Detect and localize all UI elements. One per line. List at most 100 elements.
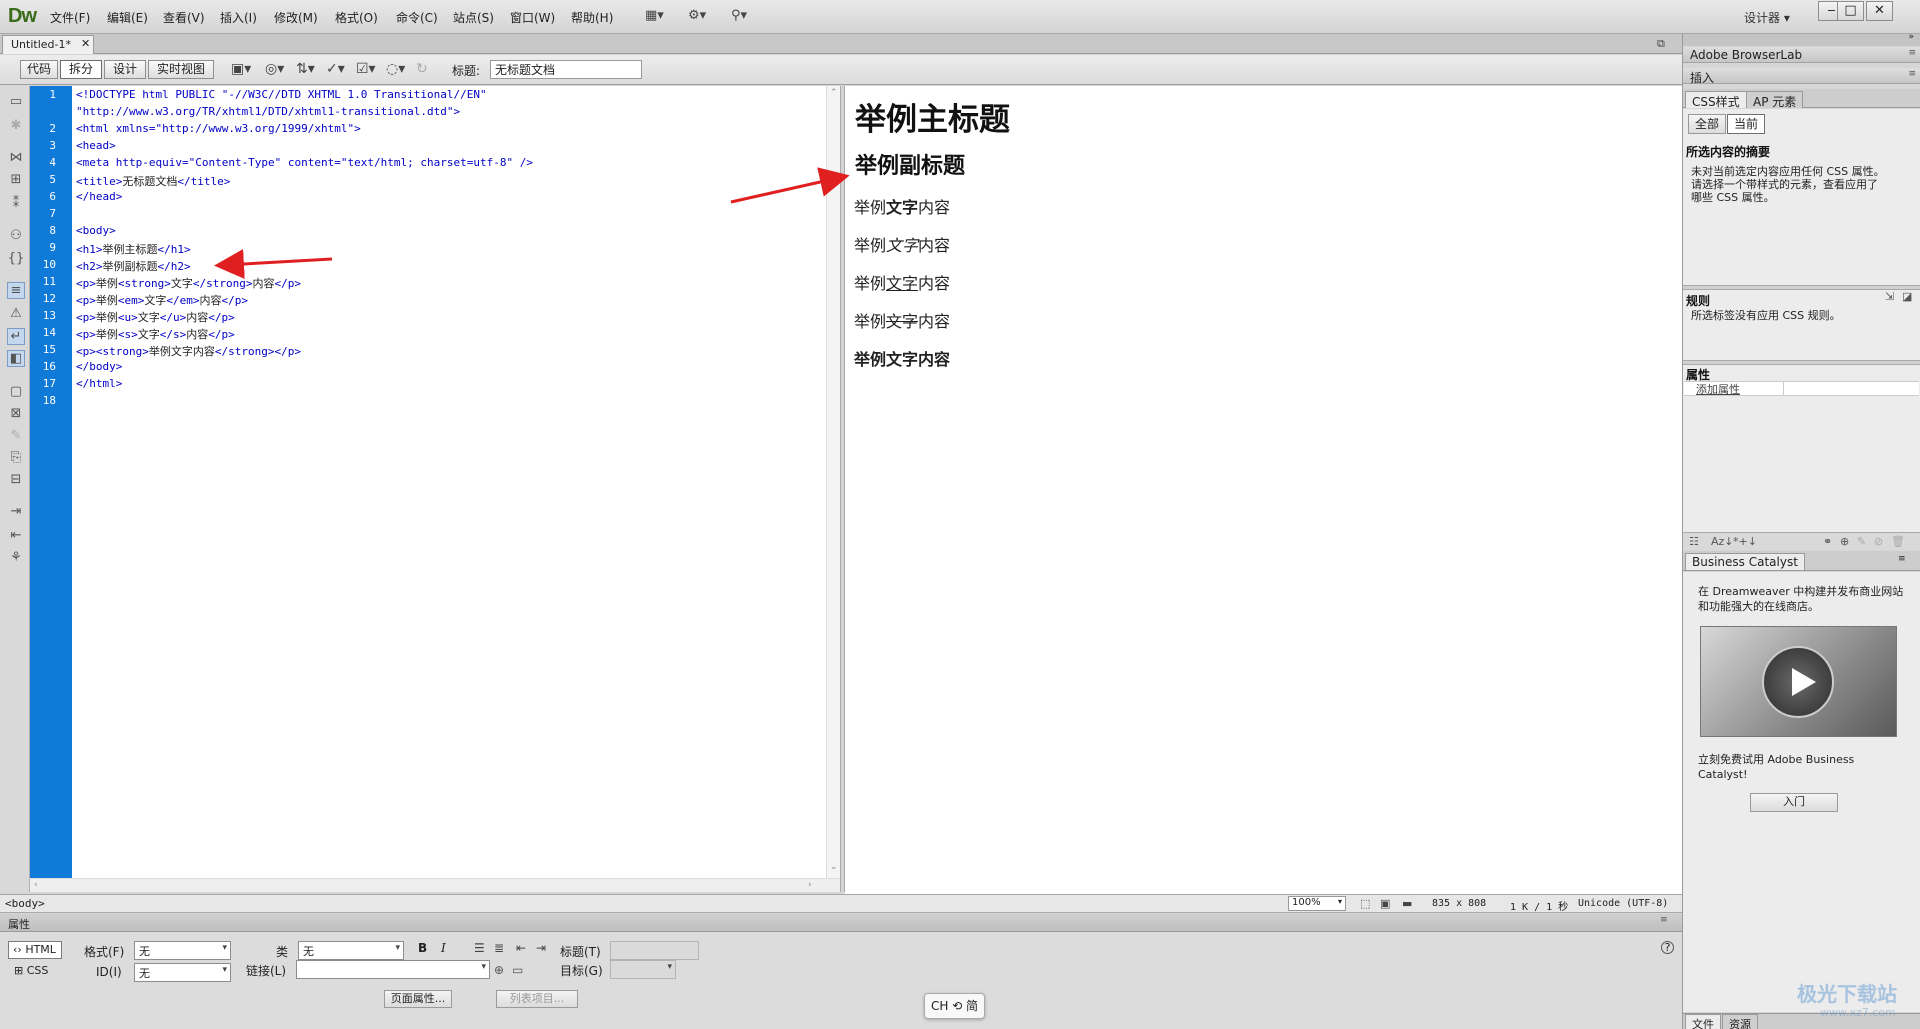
add-attribute-row[interactable]: 添加属性	[1684, 381, 1919, 396]
select-parent-tag-icon[interactable]: ⚇	[7, 228, 25, 243]
gear-icon[interactable]: ⚙▾	[688, 8, 706, 23]
remove-comment-icon[interactable]: ⊠	[7, 406, 25, 421]
design-view[interactable]	[845, 86, 1682, 894]
close-window-button[interactable]: ✕	[1866, 1, 1893, 21]
help-icon[interactable]: ?	[1661, 941, 1674, 954]
ime-indicator[interactable]: CH ⟲ 简	[924, 993, 985, 1019]
design-heading-1[interactable]: 举例主标题	[855, 94, 1010, 139]
attach-stylesheet-icon[interactable]: ⚭	[1823, 535, 1832, 548]
link-input[interactable]: ▾	[296, 960, 490, 979]
check-browser-icon[interactable]: ☑▾	[356, 61, 376, 77]
target-select[interactable]: ▾	[610, 960, 676, 979]
italic-button[interactable]: I	[441, 941, 446, 955]
menu-insert[interactable]: 插入(I)	[220, 9, 257, 26]
select-tool-icon[interactable]: ⬚	[1360, 897, 1370, 910]
browserlab-panel-header[interactable]: Adobe BrowserLab ≡	[1683, 47, 1920, 63]
panel-menu-icon[interactable]: ≡	[1898, 554, 1906, 564]
menu-edit[interactable]: 编辑(E)	[107, 9, 148, 26]
files-tab[interactable]: 文件	[1685, 1014, 1721, 1029]
unordered-list-icon[interactable]: ☰	[474, 941, 485, 955]
css-styles-tab[interactable]: CSS样式	[1685, 91, 1747, 109]
preview-browser-icon[interactable]: ◎▾	[265, 61, 284, 77]
page-title-input[interactable]	[490, 60, 642, 79]
design-view-button[interactable]: 设计	[104, 60, 146, 79]
w3c-validation-icon[interactable]: ✓▾	[326, 61, 345, 77]
refresh-icon[interactable]: ↻	[416, 61, 428, 77]
split-view-button[interactable]: 拆分	[60, 60, 102, 79]
hand-tool-icon[interactable]: ▣	[1380, 897, 1390, 910]
id-select[interactable]: 无 ▾	[134, 963, 231, 982]
show-info-icon[interactable]: ◪	[1902, 290, 1912, 303]
scroll-left-icon[interactable]: ‹	[34, 880, 38, 890]
format-select[interactable]: 无 ▾	[134, 941, 231, 960]
current-mode-button[interactable]: 当前	[1727, 114, 1765, 134]
menu-commands[interactable]: 命令(C)	[396, 9, 438, 26]
design-paragraph-strong[interactable]: 举例文字内容	[854, 194, 950, 218]
panel-menu-icon[interactable]: ≡	[1908, 48, 1916, 58]
insert-panel-header[interactable]: 插入 ≡	[1683, 68, 1920, 85]
assets-tab[interactable]: 资源	[1722, 1014, 1758, 1029]
disable-property-icon[interactable]: ⊘	[1874, 535, 1883, 548]
live-view-button[interactable]: 实时视图	[148, 60, 214, 79]
code-editor[interactable]: <!DOCTYPE html PUBLIC "-//W3C//DTD XHTML…	[72, 86, 826, 878]
highlight-invalid-icon[interactable]: ⚠	[7, 306, 25, 321]
restore-doc-icon[interactable]: ⧉	[1657, 37, 1665, 51]
panel-menu-icon[interactable]: ≡	[1908, 69, 1916, 79]
edit-rule-icon[interactable]: ✎	[1857, 535, 1866, 548]
point-to-file-icon[interactable]: ⊕	[494, 963, 504, 977]
menu-site[interactable]: 站点(S)	[453, 9, 494, 26]
show-code-navigator-icon[interactable]: ✱	[7, 118, 25, 133]
bold-button[interactable]: B	[418, 941, 427, 955]
scroll-right-icon[interactable]: ›	[808, 880, 812, 890]
set-properties-view-icon[interactable]: *+↓	[1733, 535, 1757, 548]
css-mode-button[interactable]: ⊞ CSS	[14, 964, 48, 977]
all-mode-button[interactable]: 全部	[1688, 114, 1726, 134]
outdent-text-icon[interactable]: ⇤	[516, 941, 526, 955]
title-attr-input[interactable]	[610, 941, 699, 960]
tag-selector[interactable]: <body>	[5, 897, 45, 910]
layout-icon[interactable]: ▦▾	[645, 8, 664, 23]
outdent-icon[interactable]: ⇤	[7, 528, 25, 543]
scroll-down-icon[interactable]: ⌄	[830, 862, 838, 872]
collapse-dock-icon[interactable]: »	[1908, 32, 1914, 42]
category-view-icon[interactable]: ☷	[1689, 535, 1699, 548]
collapse-selection-icon[interactable]: ⊞	[7, 172, 25, 187]
menu-help[interactable]: 帮助(H)	[571, 9, 613, 26]
format-source-icon[interactable]: ⚘	[7, 550, 25, 565]
indent-text-icon[interactable]: ⇥	[536, 941, 546, 955]
syntax-coloring-icon[interactable]: ◧	[7, 350, 25, 367]
cascade-view-icon[interactable]: ⇲	[1885, 290, 1894, 303]
code-vertical-scrollbar[interactable]: ⌃ ⌄	[826, 86, 840, 878]
new-css-rule-icon[interactable]: ⊕	[1840, 535, 1849, 548]
ap-elements-tab[interactable]: AP 元素	[1746, 91, 1804, 109]
design-paragraph-strike[interactable]: 举例文字内容	[854, 308, 950, 332]
window-size-icon[interactable]: ▬	[1402, 897, 1412, 910]
page-properties-button[interactable]: 页面属性...	[384, 990, 452, 1008]
ordered-list-icon[interactable]: ≣	[494, 941, 504, 955]
zoom-select[interactable]: 100% ▾	[1288, 896, 1346, 911]
apply-comment-icon[interactable]: ▢	[7, 384, 25, 399]
indent-icon[interactable]: ⇥	[7, 504, 25, 519]
menu-view[interactable]: 查看(V)	[163, 9, 205, 26]
design-paragraph-em[interactable]: 举例文字内容	[854, 232, 950, 256]
workspace-switcher[interactable]: 设计器 ▾	[1744, 9, 1790, 26]
recent-snippets-icon[interactable]: ⎘	[7, 450, 25, 465]
list-item-button[interactable]: 列表项目...	[496, 990, 578, 1008]
word-wrap-icon[interactable]: ↵	[7, 328, 25, 345]
design-paragraph-underline[interactable]: 举例文字内容	[854, 270, 950, 294]
maximize-button[interactable]: □	[1837, 1, 1864, 21]
site-icon[interactable]: ⚲▾	[731, 8, 747, 23]
html-mode-button[interactable]: ‹› HTML	[8, 941, 62, 959]
delete-rule-icon[interactable]: 🗑	[1891, 535, 1905, 548]
collapse-tag-icon[interactable]: ⋈	[7, 150, 25, 165]
panel-menu-icon[interactable]: ≡	[1660, 915, 1668, 925]
menu-window[interactable]: 窗口(W)	[510, 9, 555, 26]
code-horizontal-scrollbar[interactable]: ‹ ›	[30, 878, 840, 892]
add-attribute-link[interactable]: 添加属性	[1696, 383, 1740, 396]
alphabetical-view-icon[interactable]: Az↓	[1711, 535, 1734, 548]
window-dimensions[interactable]: 835 x 808	[1432, 898, 1486, 909]
open-documents-icon[interactable]: ▭	[7, 94, 25, 109]
design-paragraph-bold[interactable]: 举例文字内容	[854, 346, 950, 370]
menu-modify[interactable]: 修改(M)	[274, 9, 318, 26]
visual-aids-icon[interactable]: ◌▾	[386, 61, 405, 77]
